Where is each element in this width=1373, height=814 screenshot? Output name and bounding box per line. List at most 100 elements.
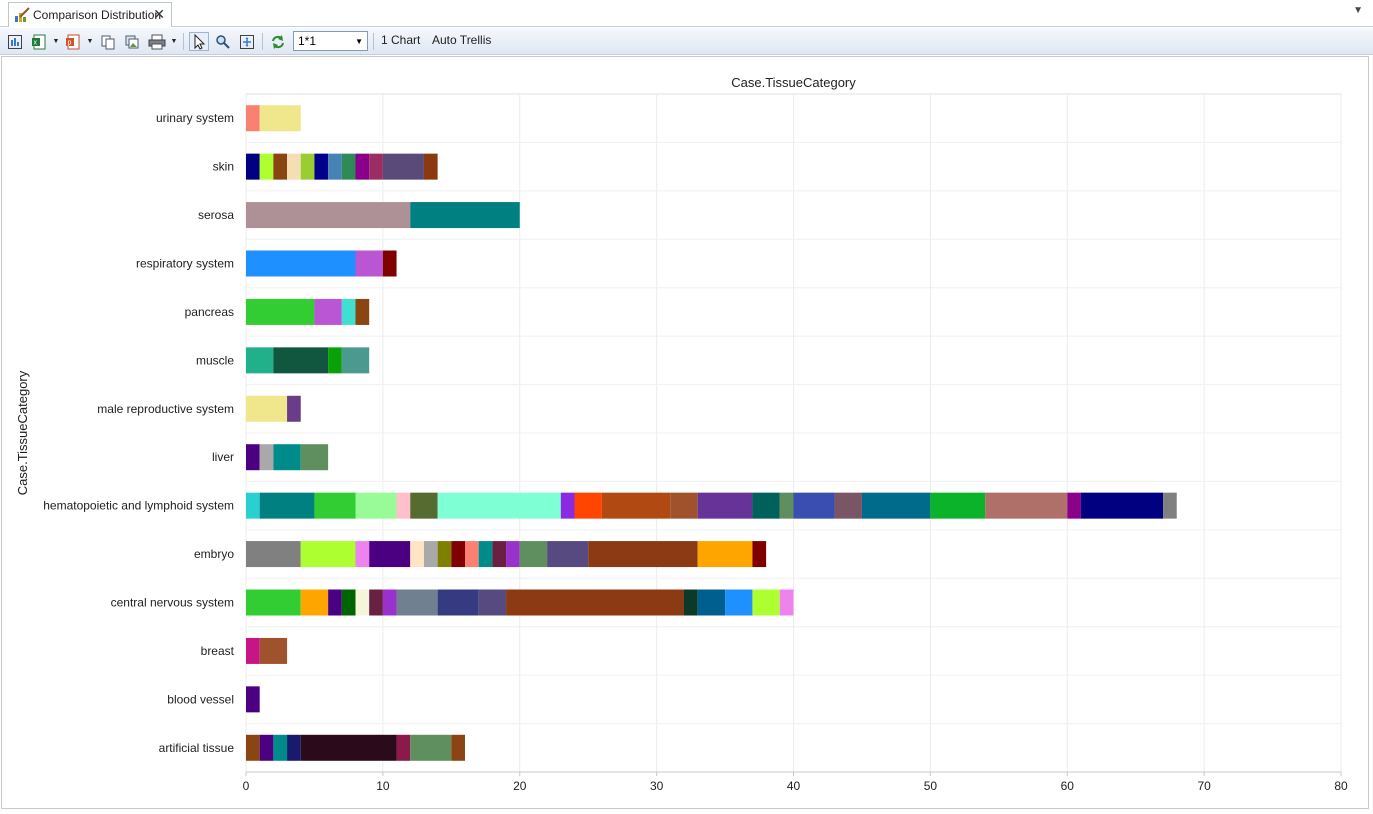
bar-segment[interactable] [725, 589, 753, 616]
bar-segment[interactable] [684, 589, 698, 616]
bar-segment[interactable] [601, 492, 671, 519]
bar-segment[interactable] [314, 492, 356, 519]
bar-segment[interactable] [369, 541, 411, 568]
bar-segment[interactable] [369, 153, 383, 180]
tab-comparison-distribution[interactable]: Comparison Distribution ✕ [8, 2, 172, 27]
bar-segment[interactable] [246, 395, 288, 422]
bar-segment[interactable] [437, 589, 479, 616]
bar-segment[interactable] [314, 153, 329, 180]
bar-segment[interactable] [246, 153, 260, 180]
bar-segment[interactable] [779, 492, 794, 519]
bar-segment[interactable] [410, 541, 424, 568]
bar-segment[interactable] [382, 250, 397, 277]
bar-segment[interactable] [314, 298, 342, 325]
bar-segment[interactable] [506, 589, 684, 616]
bar-segment[interactable] [328, 153, 342, 180]
bar-segment[interactable] [246, 734, 260, 761]
excel-export-icon[interactable]: x [29, 32, 49, 51]
bar-segment[interactable] [547, 541, 589, 568]
bar-segment[interactable] [779, 589, 794, 616]
bar-segment[interactable] [355, 298, 370, 325]
bar-segment[interactable] [492, 541, 507, 568]
bar-segment[interactable] [423, 153, 438, 180]
pointer-icon[interactable] [189, 32, 209, 51]
bar-segment[interactable] [355, 492, 397, 519]
bar-segment[interactable] [861, 492, 931, 519]
bar-segment[interactable] [670, 492, 698, 519]
bar-segment[interactable] [246, 202, 411, 229]
bar-segment[interactable] [1067, 492, 1081, 519]
bar-segment[interactable] [478, 589, 507, 616]
copy-image-icon[interactable] [122, 32, 142, 51]
bar-segment[interactable] [985, 492, 1068, 519]
zoom-icon[interactable] [213, 32, 233, 51]
fit-to-window-icon[interactable] [237, 32, 257, 51]
bar-segment[interactable] [341, 589, 356, 616]
powerpoint-export-dropdown-icon[interactable]: ▼ [86, 32, 94, 51]
bar-segment[interactable] [273, 444, 301, 471]
bar-segment[interactable] [287, 395, 301, 422]
bar-segment[interactable] [328, 589, 342, 616]
auto-trellis-button[interactable]: Auto Trellis [432, 33, 491, 47]
trellis-size-select[interactable]: 1*1 ▼ [293, 31, 368, 51]
bar-segment[interactable] [341, 153, 356, 180]
bar-segment[interactable] [519, 541, 548, 568]
bar-segment[interactable] [341, 298, 356, 325]
bar-segment[interactable] [574, 492, 602, 519]
close-icon[interactable]: ✕ [153, 6, 165, 23]
bar-segment[interactable] [300, 589, 329, 616]
bar-segment[interactable] [697, 541, 753, 568]
bar-segment[interactable] [246, 298, 315, 325]
bar-segment[interactable] [246, 541, 301, 568]
bar-segment[interactable] [287, 734, 301, 761]
bar-segment[interactable] [259, 105, 301, 132]
bar-segment[interactable] [752, 492, 780, 519]
bar-segment[interactable] [246, 347, 274, 374]
bar-segment[interactable] [396, 734, 411, 761]
bar-segment[interactable] [752, 541, 767, 568]
refresh-icon[interactable] [268, 32, 288, 51]
bar-segment[interactable] [478, 541, 493, 568]
bar-segment[interactable] [341, 347, 370, 374]
tab-list-dropdown-icon[interactable]: ▼ [1353, 5, 1363, 16]
bar-segment[interactable] [697, 492, 753, 519]
bar-segment[interactable] [752, 589, 780, 616]
bar-segment[interactable] [246, 444, 260, 471]
bar-segment[interactable] [246, 250, 356, 277]
bar-segment[interactable] [300, 153, 315, 180]
bar-segment[interactable] [300, 444, 329, 471]
bar-segment[interactable] [588, 541, 698, 568]
bar-segment[interactable] [273, 734, 288, 761]
bar-segment[interactable] [259, 492, 315, 519]
bar-segment[interactable] [355, 153, 370, 180]
bar-segment[interactable] [259, 444, 274, 471]
bar-segment[interactable] [423, 541, 438, 568]
bar-segment[interactable] [287, 153, 301, 180]
print-dropdown-icon[interactable]: ▼ [170, 32, 178, 51]
excel-export-dropdown-icon[interactable]: ▼ [52, 32, 60, 51]
bar-segment[interactable] [382, 589, 397, 616]
bar-segment[interactable] [259, 153, 274, 180]
copy-icon[interactable] [98, 32, 118, 51]
bar-segment[interactable] [451, 734, 465, 761]
bar-segment[interactable] [382, 153, 424, 180]
bar-segment[interactable] [834, 492, 862, 519]
bar-segment[interactable] [355, 589, 370, 616]
bar-segment[interactable] [1163, 492, 1177, 519]
print-icon[interactable] [147, 32, 167, 51]
bar-segment[interactable] [697, 589, 726, 616]
stacked-bar-chart[interactable]: urinary system skin serosa respiratory syst… [2, 57, 1368, 808]
bar-segment[interactable] [246, 492, 260, 519]
bar-segment[interactable] [560, 492, 575, 519]
bar-segment[interactable] [451, 541, 465, 568]
bar-segment[interactable] [273, 153, 288, 180]
bar-segment[interactable] [437, 492, 561, 519]
bar-segment[interactable] [259, 734, 274, 761]
bar-segment[interactable] [930, 492, 986, 519]
bar-segment[interactable] [328, 347, 342, 374]
bar-segment[interactable] [1080, 492, 1164, 519]
powerpoint-export-icon[interactable]: p [63, 32, 83, 51]
bar-segment[interactable] [410, 492, 438, 519]
bar-segment[interactable] [369, 589, 383, 616]
bar-segment[interactable] [246, 105, 260, 132]
